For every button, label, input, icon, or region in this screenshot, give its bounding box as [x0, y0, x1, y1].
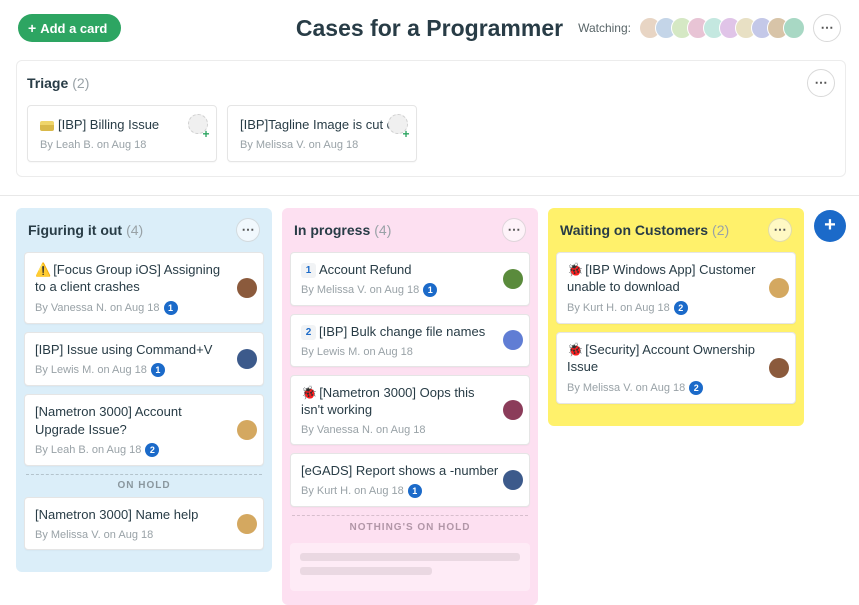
- number-one-icon: 1: [301, 263, 316, 278]
- bug-icon: 🐞: [301, 385, 317, 400]
- card[interactable]: [IBP] Issue using Command+V By Lewis M. …: [24, 332, 264, 387]
- watching-section: Watching: ⋯: [578, 14, 841, 42]
- bug-icon: 🐞: [567, 262, 583, 277]
- column-count: (4): [126, 222, 143, 238]
- unread-badge: 1: [423, 283, 437, 297]
- assignee-avatar[interactable]: [237, 420, 257, 440]
- add-card-label: Add a card: [40, 21, 107, 36]
- page-header: + Add a card Cases for a Programmer Watc…: [0, 0, 859, 52]
- unread-badge: 1: [164, 301, 178, 315]
- column-in-progress: In progress (4) ⋯ 1Account Refund By Mel…: [282, 208, 538, 605]
- nothing-on-hold-label: NOTHING'S ON HOLD: [292, 515, 528, 533]
- unread-badge: 2: [689, 381, 703, 395]
- unread-badge: 2: [145, 443, 159, 457]
- assignee-avatar[interactable]: [503, 269, 523, 289]
- column-title: Figuring it out: [28, 222, 122, 238]
- assignee-avatar[interactable]: [503, 330, 523, 350]
- add-assignee-icon[interactable]: +: [200, 128, 212, 140]
- card[interactable]: [eGADS] Report shows a -number By Kurt H…: [290, 453, 530, 508]
- card[interactable]: 2[IBP] Bulk change file names By Lewis M…: [290, 314, 530, 367]
- add-card-button[interactable]: + Add a card: [18, 14, 121, 42]
- column-menu-button[interactable]: ⋯: [236, 218, 260, 242]
- assignee-avatar[interactable]: [503, 400, 523, 420]
- triage-card[interactable]: [IBP] Billing Issue By Leah B. on Aug 18…: [27, 105, 217, 162]
- column-count: (2): [712, 222, 729, 238]
- assignee-avatar[interactable]: [769, 278, 789, 298]
- column-waiting-on-customers: Waiting on Customers (2) ⋯ 🐞[IBP Windows…: [548, 208, 804, 426]
- triage-section: Triage (2) ⋯ [IBP] Billing Issue By Leah…: [16, 60, 846, 177]
- column-title: In progress: [294, 222, 370, 238]
- triage-card[interactable]: [IBP]Tagline Image is cut off By Melissa…: [227, 105, 417, 162]
- add-assignee-icon[interactable]: +: [400, 128, 412, 140]
- card[interactable]: 1Account Refund By Melissa V. on Aug 181: [290, 252, 530, 307]
- card[interactable]: 🐞[Security] Account Ownership Issue By M…: [556, 332, 796, 404]
- add-column-button[interactable]: +: [814, 210, 846, 242]
- number-two-icon: 2: [301, 325, 316, 340]
- on-hold-separator: ON HOLD: [26, 474, 262, 491]
- unread-badge: 1: [408, 484, 422, 498]
- triage-title: Triage: [27, 75, 68, 91]
- assignee-avatar[interactable]: [237, 514, 257, 534]
- bug-icon: 🐞: [567, 342, 583, 357]
- triage-count: (2): [72, 75, 89, 91]
- unread-badge: 1: [151, 363, 165, 377]
- page-title: Cases for a Programmer: [296, 15, 563, 42]
- skeleton-placeholder: [290, 543, 530, 591]
- card[interactable]: ⚠️[Focus Group iOS] Assigning to a clien…: [24, 252, 264, 324]
- board-menu-button[interactable]: ⋯: [813, 14, 841, 42]
- warning-icon: ⚠️: [35, 262, 51, 277]
- unread-badge: 2: [674, 301, 688, 315]
- card[interactable]: 🐞[Nametron 3000] Oops this isn't working…: [290, 375, 530, 445]
- watching-label: Watching:: [578, 21, 631, 35]
- card[interactable]: [Nametron 3000] Name help By Melissa V. …: [24, 497, 264, 550]
- plus-icon: +: [28, 20, 36, 36]
- assignee-avatar[interactable]: [237, 349, 257, 369]
- assignee-avatar[interactable]: [769, 358, 789, 378]
- assignee-avatar[interactable]: [237, 278, 257, 298]
- avatar[interactable]: [783, 17, 805, 39]
- credit-card-icon: [40, 121, 54, 131]
- card[interactable]: 🐞[IBP Windows App] Customer unable to do…: [556, 252, 796, 324]
- column-menu-button[interactable]: ⋯: [502, 218, 526, 242]
- column-title: Waiting on Customers: [560, 222, 708, 238]
- column-figuring-it-out: Figuring it out (4) ⋯ ⚠️[Focus Group iOS…: [16, 208, 272, 572]
- assignee-avatar[interactable]: [503, 470, 523, 490]
- card[interactable]: [Nametron 3000] Account Upgrade Issue? B…: [24, 394, 264, 466]
- column-menu-button[interactable]: ⋯: [768, 218, 792, 242]
- watchers-avatars[interactable]: [639, 17, 805, 39]
- column-count: (4): [374, 222, 391, 238]
- triage-menu-button[interactable]: ⋯: [807, 69, 835, 97]
